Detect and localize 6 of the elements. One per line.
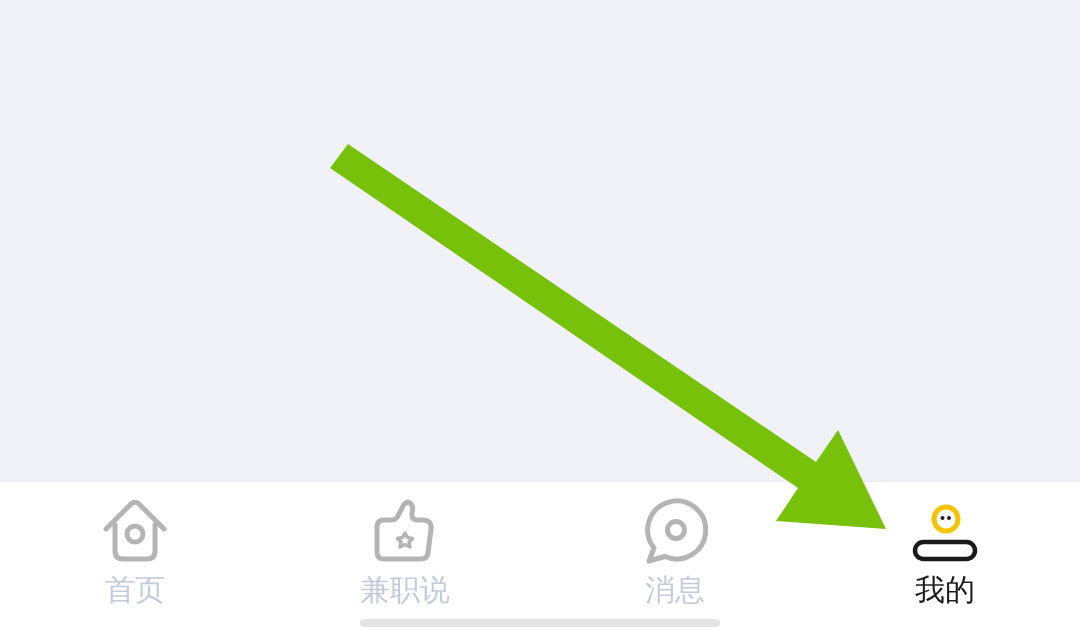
house-icon <box>102 498 168 564</box>
tab[interactable]: 我的 <box>911 572 979 608</box>
chat-bubble-icon <box>642 498 708 564</box>
tab[interactable]: 兼职说 <box>356 572 454 608</box>
tab[interactable]: 首页 <box>101 572 169 608</box>
tab[interactable]: 消息 <box>641 572 709 608</box>
